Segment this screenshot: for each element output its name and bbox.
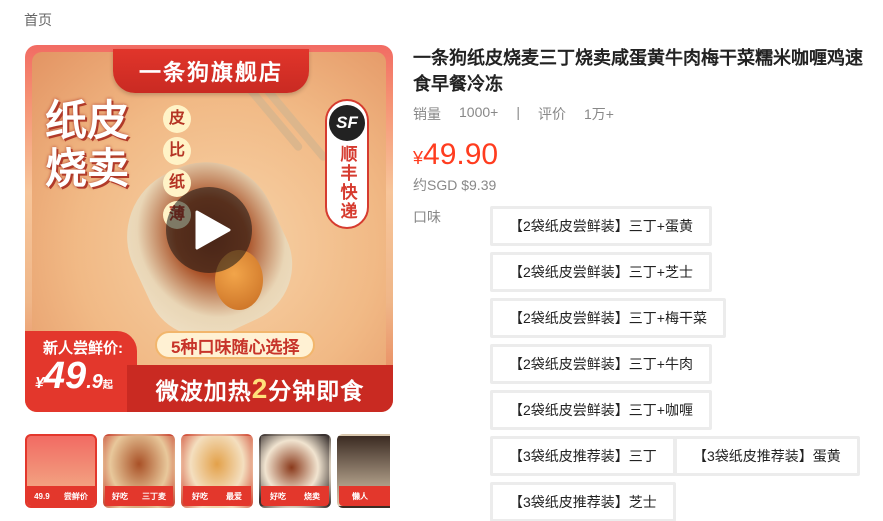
thumbnail-caption-text: 好吃 (112, 491, 128, 501)
product-title: 一条狗纸皮烧麦三丁烧卖咸蛋黄牛肉梅干菜糯米咖喱鸡速食早餐冷冻 (413, 48, 863, 94)
thumbnail-caption-text: 尝鲜价 (63, 491, 88, 501)
heat-minutes: 2 (251, 372, 269, 404)
sf-logo-icon: SF (329, 105, 365, 141)
thumbnail-4[interactable]: 好吃 烧卖 (259, 434, 331, 508)
thumbnail-strip: 49.9 尝鲜价 好吃 三丁麦 好吃 最爱 好吃 烧卖 懒人 (25, 434, 390, 512)
thumbnail-caption-text: 三丁麦 (142, 491, 166, 501)
stats-separator: | (516, 104, 520, 120)
flavor-choice-pill: 5种口味随心选择 (155, 331, 316, 359)
thumbnail-caption: 好吃 三丁麦 (105, 486, 173, 506)
flavor-option[interactable]: 【2袋纸皮尝鲜装】三丁+芝士 (490, 252, 712, 292)
flavor-option[interactable]: 【3袋纸皮推荐装】蛋黄 (674, 436, 860, 476)
sgd-price: 约SGD $9.39 (413, 177, 497, 193)
price-int: 49 (43, 355, 87, 397)
thumbnail-3[interactable]: 好吃 最爱 (181, 434, 253, 508)
sf-express-badge: SF 顺丰快递 (325, 99, 369, 229)
thumbnail-caption: 好吃 最爱 (183, 486, 251, 506)
price-dec: .9 (86, 371, 103, 393)
flavor-label: 口味 (413, 209, 441, 225)
store-banner: 一条狗旗舰店 (113, 49, 309, 93)
thumbnail-caption-text: 好吃 (270, 491, 286, 501)
flavor-option[interactable]: 【3袋纸皮推荐装】三丁 (490, 436, 676, 476)
sales-label: 销量 (413, 106, 441, 122)
thumbnail-caption-text: 好吃 (192, 491, 208, 501)
thumbnail-caption-text: 最爱 (226, 491, 242, 501)
breadcrumb-home[interactable]: 首页 (24, 10, 52, 30)
sf-express-text: 顺丰快递 (337, 145, 357, 221)
new-user-price-panel: 新人尝鲜价: ¥49.9起 (25, 331, 137, 412)
thumbnail-caption-text: 49.9 (34, 491, 50, 501)
headline-line-2: 烧卖 (45, 145, 130, 192)
reviews-value: 1万+ (583, 106, 614, 122)
thumbnail-caption: 好吃 烧卖 (261, 486, 329, 506)
thumbnail-caption-text: 烧卖 (304, 491, 320, 501)
image-headline: 纸皮 烧卖 (45, 97, 129, 193)
main-product-image[interactable]: 一条狗旗舰店 纸皮 烧卖 皮 比 纸 薄 SF 顺丰快递 新人尝鲜价: ¥49.… (25, 45, 393, 412)
thumbnail-caption-text: 懒人 (352, 491, 368, 501)
heat-text-post: 分钟即食 (268, 377, 365, 404)
flavor-option[interactable]: 【2袋纸皮尝鲜装】三丁+咖喱 (490, 390, 712, 430)
reviews-label: 评价 (537, 106, 566, 122)
heat-text-pre: 微波加热 (155, 377, 252, 404)
thumbnail-caption: 懒人 (339, 486, 390, 506)
flavor-option[interactable]: 【3袋纸皮推荐装】芝士 (490, 482, 676, 521)
thumbnail-2[interactable]: 好吃 三丁麦 (103, 434, 175, 508)
sales-value: 1000+ (459, 104, 499, 120)
thumbnail-caption: 49.9 尝鲜价 (27, 486, 95, 506)
microwave-banner: 微波加热 2 分钟即食 (127, 365, 393, 412)
price-value: 49.90 (423, 138, 499, 171)
flavor-option[interactable]: 【2袋纸皮尝鲜装】三丁+牛肉 (490, 344, 712, 384)
headline-line-1: 纸皮 (45, 97, 130, 144)
video-play-button[interactable] (166, 187, 252, 273)
thumbnail-5[interactable]: 懒人 (337, 434, 390, 508)
product-stats: 销量 1000+ | 评价 1万+ (413, 104, 632, 124)
tag-char: 皮 (163, 105, 191, 133)
flavor-option[interactable]: 【2袋纸皮尝鲜装】三丁+梅干菜 (490, 298, 726, 338)
flavor-option[interactable]: 【2袋纸皮尝鲜装】三丁+蛋黄 (490, 206, 712, 246)
play-icon (195, 210, 231, 250)
price-currency-symbol: ¥ (413, 148, 424, 168)
price-suffix: 起 (102, 380, 113, 391)
thumbnail-1[interactable]: 49.9 尝鲜价 (25, 434, 97, 508)
new-user-price: ¥49.9起 (35, 355, 113, 398)
product-price: ¥49.90 (413, 138, 498, 175)
price-currency: ¥ (35, 375, 44, 392)
tag-char: 比 (163, 137, 191, 165)
